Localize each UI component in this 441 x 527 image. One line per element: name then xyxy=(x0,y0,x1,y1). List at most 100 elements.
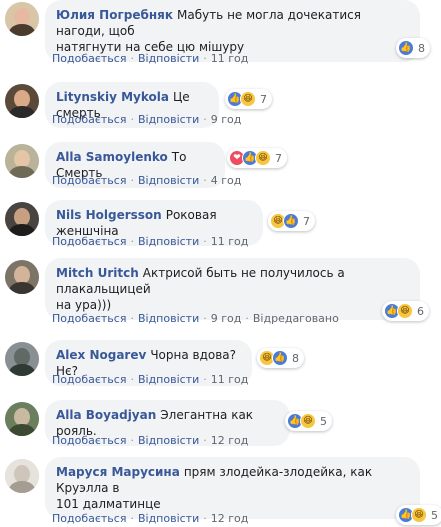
like-reaction-icon: 👍 xyxy=(398,40,414,56)
avatar-body xyxy=(9,166,35,178)
reaction-count: 8 xyxy=(292,351,299,365)
haha-reaction-icon: 😆 xyxy=(255,150,271,166)
reactions-summary[interactable]: 😆 👍 7 xyxy=(268,211,315,231)
comment-author-link[interactable]: Юлия Погребняк xyxy=(56,8,173,22)
reaction-count: 7 xyxy=(275,151,282,165)
reactions-summary[interactable]: 👍 😆 6 xyxy=(382,301,429,321)
reactions-summary[interactable]: 👍 😆 7 xyxy=(225,89,272,109)
avatar[interactable] xyxy=(5,84,39,118)
reply-link[interactable]: Відповісти xyxy=(138,235,199,248)
separator-dot: · xyxy=(203,512,207,525)
reaction-count: 7 xyxy=(303,214,310,228)
avatar-body xyxy=(9,424,35,436)
reactions-summary[interactable]: 😆 👍 8 xyxy=(257,348,304,368)
reaction-count: 5 xyxy=(431,508,438,522)
comment-timestamp[interactable]: 9 год xyxy=(211,113,242,126)
comment-timestamp[interactable]: 9 год xyxy=(211,312,242,325)
avatar-body xyxy=(9,224,35,236)
haha-reaction-icon: 😆 xyxy=(397,303,413,319)
comment-author-link[interactable]: Mitch Uritch xyxy=(56,266,139,280)
avatar[interactable] xyxy=(5,202,39,236)
separator-dot: · xyxy=(130,174,134,187)
comment-actions: Подобається · Відповісти · 4 год xyxy=(52,174,241,187)
reaction-count: 6 xyxy=(417,304,424,318)
reply-link[interactable]: Відповісти xyxy=(138,312,199,325)
separator-dot: · xyxy=(203,312,207,325)
comment-author-link[interactable]: Alla Samoylenko xyxy=(56,150,168,164)
comment-actions: Подобається · Відповісти · 11 год xyxy=(52,52,248,65)
avatar-body xyxy=(9,481,35,493)
avatar-body xyxy=(9,24,35,36)
comment-timestamp[interactable]: 11 год xyxy=(211,52,249,65)
reactions-summary[interactable]: 👍 😆 5 xyxy=(396,505,441,525)
comment-timestamp[interactable]: 11 год xyxy=(211,373,249,386)
reaction-count: 7 xyxy=(260,92,267,106)
comment-actions: Подобається · Відповісти · 12 год xyxy=(52,512,248,525)
haha-reaction-icon: 😆 xyxy=(411,507,427,523)
avatar[interactable] xyxy=(5,260,39,294)
comment-actions: Подобається · Відповісти · 11 год xyxy=(52,373,248,386)
comment-actions: Подобається · Відповісти · 9 год · Відредагова… xyxy=(52,312,339,325)
avatar[interactable] xyxy=(5,342,39,376)
separator-dot: · xyxy=(203,235,207,248)
reaction-count: 5 xyxy=(320,414,327,428)
reply-link[interactable]: Відповісти xyxy=(138,174,199,187)
reply-link[interactable]: Відповісти xyxy=(138,373,199,386)
comment-actions: Подобається · Відповісти · 9 год xyxy=(52,113,241,126)
like-reaction-icon: 👍 xyxy=(283,213,299,229)
comment-author-link[interactable]: Alex Nogarev xyxy=(56,348,146,362)
avatar-body xyxy=(9,364,35,376)
comment-timestamp[interactable]: 11 год xyxy=(211,235,249,248)
like-link[interactable]: Подобається xyxy=(52,512,126,525)
reply-link[interactable]: Відповісти xyxy=(138,52,199,65)
separator-dot: · xyxy=(130,373,134,386)
comments-list: Юлия Погребняк Мабуть не могла дочекатися… xyxy=(0,0,441,527)
like-link[interactable]: Подобається xyxy=(52,52,126,65)
separator-dot: · xyxy=(130,52,134,65)
comment-timestamp[interactable]: 4 год xyxy=(211,174,242,187)
haha-reaction-icon: 😆 xyxy=(240,91,256,107)
comment-author-link[interactable]: Nils Holgersson xyxy=(56,208,162,222)
comment-timestamp[interactable]: 12 год xyxy=(211,512,249,525)
reply-link[interactable]: Відповісти xyxy=(138,113,199,126)
separator-dot: · xyxy=(130,512,134,525)
comment-author-link[interactable]: Litynskiy Mykola xyxy=(56,90,169,104)
edited-label[interactable]: Відредаговано xyxy=(253,312,339,325)
like-link[interactable]: Подобається xyxy=(52,434,126,447)
avatar-body xyxy=(9,282,35,294)
separator-dot: · xyxy=(130,434,134,447)
separator-dot: · xyxy=(203,434,207,447)
separator-dot: · xyxy=(203,174,207,187)
like-link[interactable]: Подобається xyxy=(52,312,126,325)
reply-link[interactable]: Відповісти xyxy=(138,512,199,525)
avatar[interactable] xyxy=(5,144,39,178)
like-link[interactable]: Подобається xyxy=(52,373,126,386)
separator-dot: · xyxy=(203,52,207,65)
reactions-summary[interactable]: ❤ 👍 😆 7 xyxy=(227,148,287,168)
like-reaction-icon: 👍 xyxy=(272,350,288,366)
reaction-count: 8 xyxy=(418,41,425,55)
separator-dot: · xyxy=(203,373,207,386)
comment-bubble: Маруся Марусина прям злодейка-злодейка, к… xyxy=(45,457,420,519)
like-link[interactable]: Подобається xyxy=(52,174,126,187)
avatar[interactable] xyxy=(5,459,39,493)
separator-dot: · xyxy=(245,312,249,325)
comment-author-link[interactable]: Маруся Марусина xyxy=(56,465,180,479)
reply-link[interactable]: Відповісти xyxy=(138,434,199,447)
separator-dot: · xyxy=(130,312,134,325)
comment-actions: Подобається · Відповісти · 12 год xyxy=(52,434,248,447)
haha-reaction-icon: 😆 xyxy=(300,413,316,429)
comment-timestamp[interactable]: 12 год xyxy=(211,434,249,447)
reactions-summary[interactable]: 👍 8 xyxy=(396,38,430,58)
reactions-summary[interactable]: 👍 😆 5 xyxy=(285,411,332,431)
like-link[interactable]: Подобається xyxy=(52,235,126,248)
comment-bubble: Mitch Uritch Актрисой быть не получилось … xyxy=(45,258,420,320)
avatar[interactable] xyxy=(5,2,39,36)
like-link[interactable]: Подобається xyxy=(52,113,126,126)
comment-actions: Подобається · Відповісти · 11 год xyxy=(52,235,248,248)
separator-dot: · xyxy=(130,235,134,248)
comment-author-link[interactable]: Alla Boyadjyan xyxy=(56,408,156,422)
separator-dot: · xyxy=(130,113,134,126)
separator-dot: · xyxy=(203,113,207,126)
avatar[interactable] xyxy=(5,402,39,436)
